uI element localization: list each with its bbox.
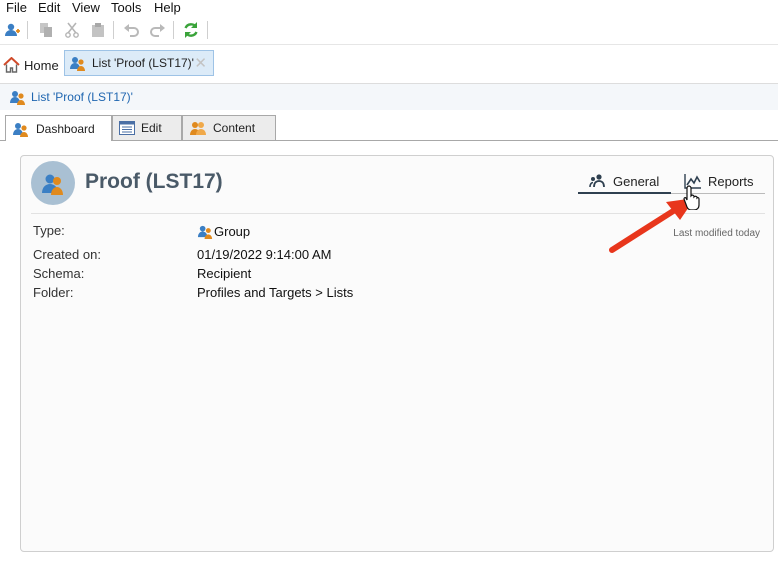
page-title: Proof (LST17) <box>85 170 223 193</box>
toolbar-separator <box>113 21 114 39</box>
cut-icon <box>65 22 79 38</box>
refresh-icon <box>184 22 198 38</box>
cut-button[interactable] <box>62 20 82 40</box>
refresh-button[interactable] <box>181 20 201 40</box>
group-icon <box>70 57 85 71</box>
schema-label: Schema: <box>33 266 85 281</box>
type-value: Group <box>197 223 250 240</box>
tab-edit[interactable]: Edit <box>112 115 182 140</box>
grid-icon <box>119 121 135 135</box>
tab-home[interactable]: Home <box>3 54 59 76</box>
breadcrumb-link[interactable]: List 'Proof (LST17)' <box>31 90 133 104</box>
tab-dashboard-label: Dashboard <box>36 121 95 136</box>
tab-list-proof[interactable]: List 'Proof (LST17)' ✕ <box>64 50 214 76</box>
type-label: Type: <box>33 223 65 238</box>
type-value-text: Group <box>214 224 251 239</box>
group-icon <box>42 174 63 195</box>
copy-icon <box>40 23 52 37</box>
paste-button[interactable] <box>88 20 108 40</box>
add-user-icon <box>5 23 20 36</box>
add-user-button[interactable] <box>2 20 22 40</box>
tab-edit-label: Edit <box>141 121 162 135</box>
close-icon[interactable]: ✕ <box>194 54 207 72</box>
tab-home-label: Home <box>24 57 59 73</box>
tab-general-label: General <box>613 173 660 189</box>
created-label: Created on: <box>33 247 101 262</box>
group-icon <box>197 225 213 240</box>
folder-label: Folder: <box>33 285 74 300</box>
people-icon <box>190 122 206 135</box>
people-icon <box>589 174 605 188</box>
breadcrumb: List 'Proof (LST17)' <box>0 84 778 110</box>
folder-value: Profiles and Targets > Lists <box>197 285 354 300</box>
toolbar-separator <box>173 21 174 39</box>
copy-button[interactable] <box>36 20 56 40</box>
document-tab-strip: Home List 'Proof (LST17)' ✕ <box>0 45 778 84</box>
menu-edit[interactable]: Edit <box>38 0 60 15</box>
menu-help[interactable]: Help <box>154 0 181 15</box>
tab-content-label: Content <box>213 121 256 135</box>
schema-value: Recipient <box>197 266 252 281</box>
tab-content[interactable]: Content <box>182 115 276 140</box>
menu-view[interactable]: View <box>72 0 100 15</box>
view-subtabs: Dashboard Edit Content <box>0 115 778 141</box>
tab-general[interactable]: General <box>589 170 659 192</box>
undo-button[interactable] <box>122 20 142 40</box>
menu-bar: File Edit View Tools Help <box>0 0 778 16</box>
undo-icon <box>124 24 139 37</box>
created-value: 01/19/2022 9:14:00 AM <box>197 247 332 262</box>
hand-cursor-icon <box>683 185 700 210</box>
home-icon <box>3 57 20 73</box>
toolbar <box>0 16 778 45</box>
group-icon <box>10 91 25 105</box>
tab-list-proof-label: List 'Proof (LST17)' <box>92 56 194 70</box>
toolbar-separator <box>27 21 28 39</box>
redo-button[interactable] <box>147 20 167 40</box>
toolbar-separator <box>207 21 208 39</box>
menu-tools[interactable]: Tools <box>111 0 141 15</box>
group-icon <box>13 122 28 137</box>
avatar <box>31 161 75 205</box>
redo-icon <box>150 24 165 37</box>
paste-icon <box>92 23 104 37</box>
tab-reports-label: Reports <box>708 173 754 189</box>
tab-dashboard[interactable]: Dashboard <box>5 115 112 141</box>
menu-file[interactable]: File <box>6 0 27 15</box>
